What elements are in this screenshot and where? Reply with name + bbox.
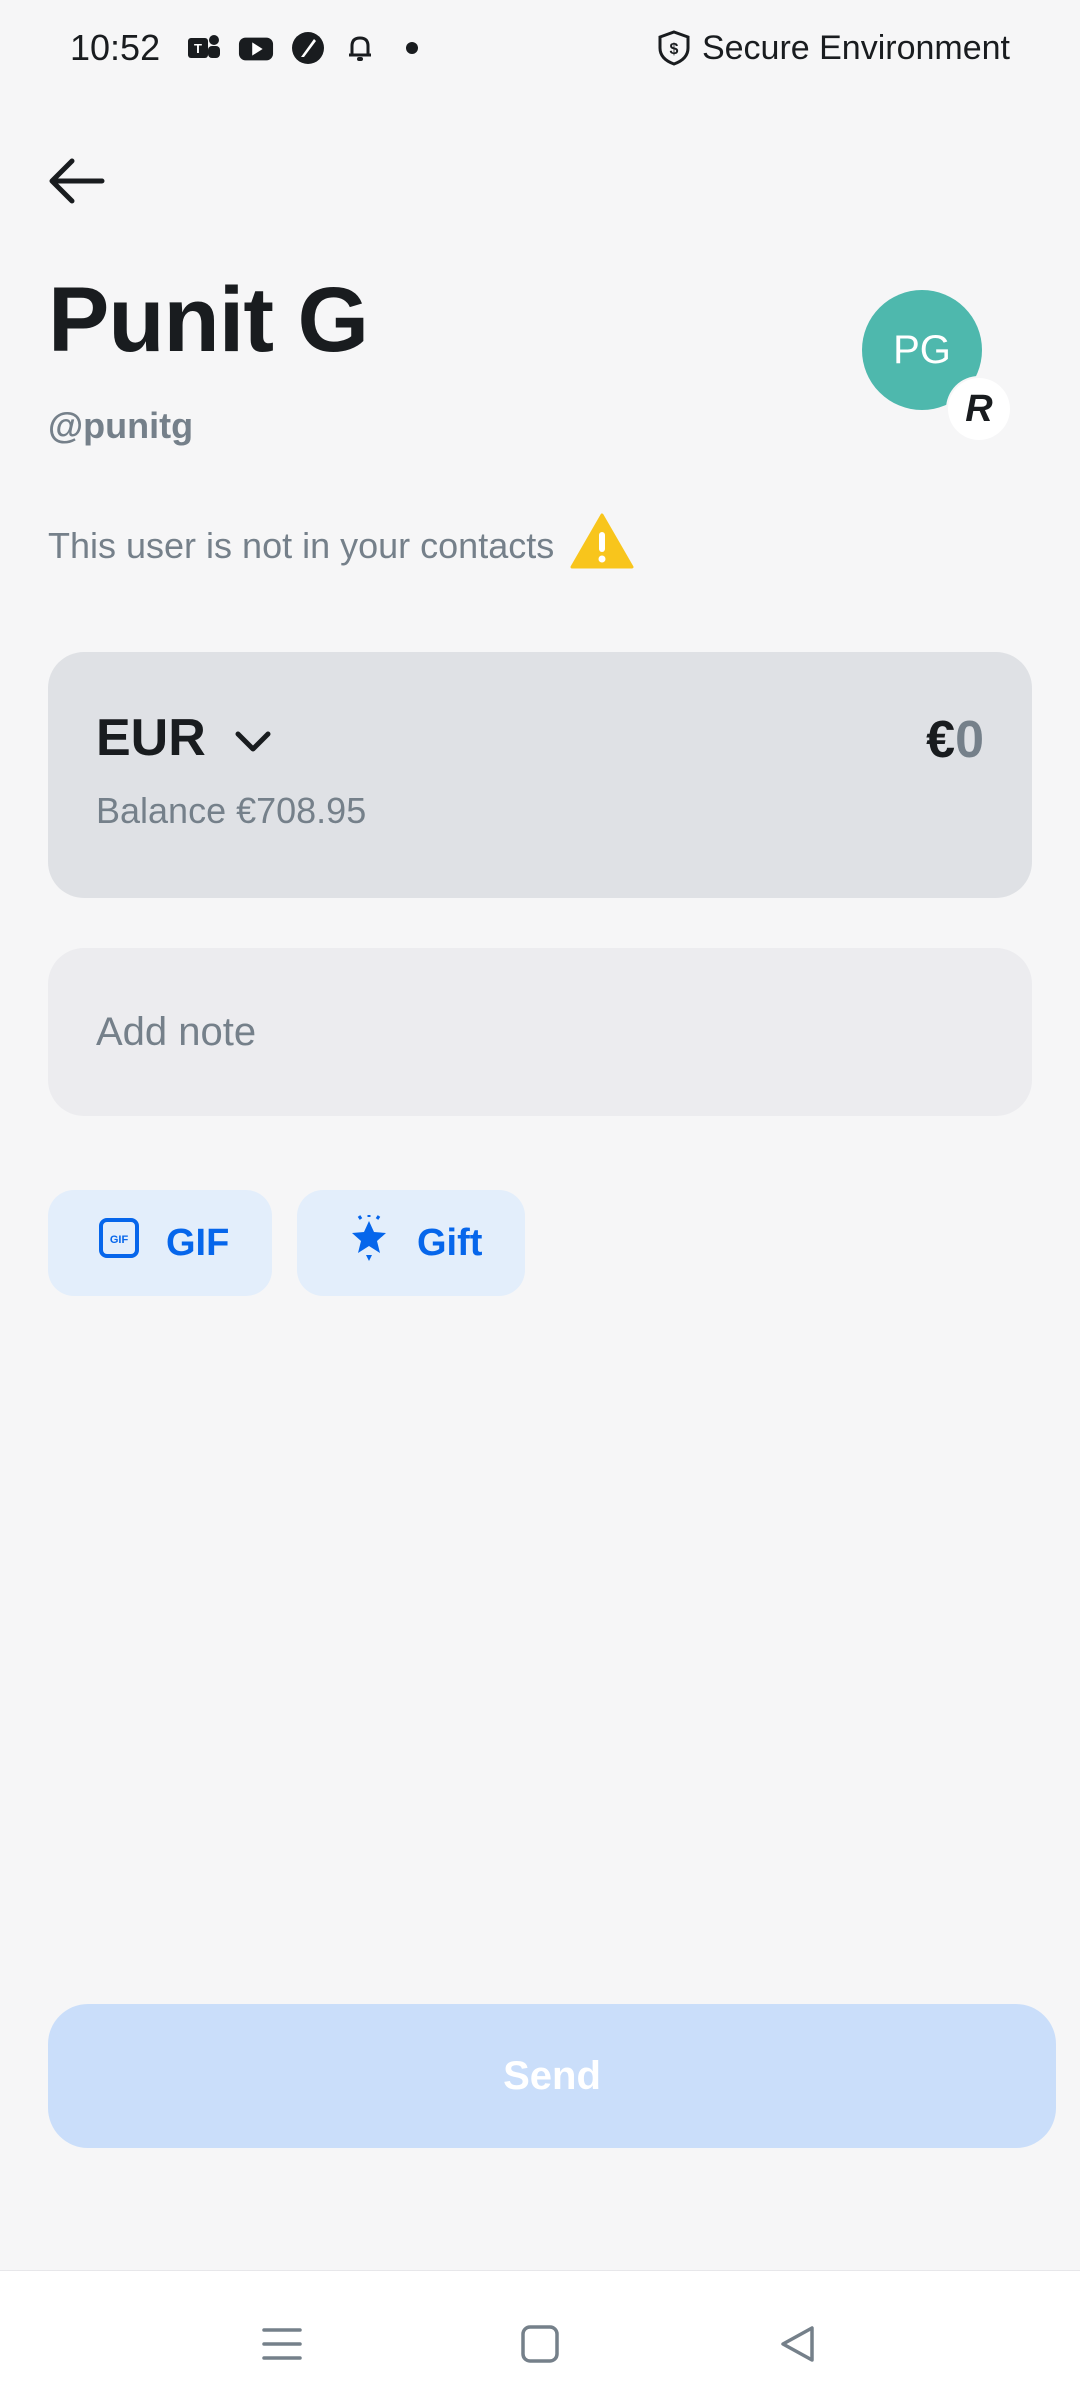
currency-card[interactable]: EUR Balance €708.95 €0 <box>48 652 1032 898</box>
amount-value: 0 <box>955 711 984 769</box>
send-button[interactable]: Send <box>48 2004 1056 2148</box>
chevron-down-icon <box>234 708 272 768</box>
recipient-handle: @punitg <box>48 405 194 446</box>
revolut-badge-icon: R <box>948 378 1010 440</box>
secure-environment-label: Secure Environment <box>701 28 1010 67</box>
shield-dollar-icon: $ <box>656 30 692 66</box>
contact-warning: This user is not in your contacts <box>48 512 634 579</box>
menu-icon <box>262 2328 302 2360</box>
status-time: 10:52 <box>70 27 161 68</box>
currency-selector[interactable]: EUR <box>96 708 272 768</box>
currency-code: EUR <box>96 709 206 767</box>
recipient-name: Punit G <box>48 269 369 371</box>
status-icons: T <box>186 30 430 66</box>
feather-app-icon <box>290 30 326 66</box>
gif-button[interactable]: GIF GIF <box>48 1190 272 1296</box>
svg-text:$: $ <box>670 41 679 58</box>
amount-currency-symbol: € <box>926 711 956 769</box>
gift-star-icon <box>347 1215 391 1271</box>
bell-icon <box>342 30 378 66</box>
back-button[interactable] <box>40 145 112 217</box>
arrow-left-icon <box>49 158 105 204</box>
back-nav-button[interactable] <box>774 2320 822 2368</box>
square-icon <box>521 2325 559 2363</box>
amount-input[interactable]: €0 <box>926 710 984 770</box>
warning-icon <box>570 512 634 579</box>
triangle-back-icon <box>781 2326 814 2362</box>
teams-icon: T <box>186 30 222 66</box>
add-note-field[interactable]: Add note <box>48 948 1032 1116</box>
svg-text:T: T <box>194 41 202 56</box>
status-bar: 10:52 T $ Secure Environment <box>0 0 1080 96</box>
account-balance: Balance €708.95 <box>96 790 367 831</box>
home-nav-button[interactable] <box>516 2320 564 2368</box>
gif-button-label: GIF <box>166 1221 230 1264</box>
gift-button-label: Gift <box>417 1221 483 1264</box>
gift-button[interactable]: Gift <box>297 1190 525 1296</box>
svg-text:GIF: GIF <box>110 1234 129 1246</box>
gif-icon: GIF <box>98 1217 140 1269</box>
secure-environment: $ Secure Environment <box>656 29 1010 68</box>
youtube-icon <box>238 30 274 66</box>
contact-warning-text: This user is not in your contacts <box>48 524 555 566</box>
dot-icon <box>394 30 430 66</box>
recents-nav-button[interactable] <box>258 2320 306 2368</box>
